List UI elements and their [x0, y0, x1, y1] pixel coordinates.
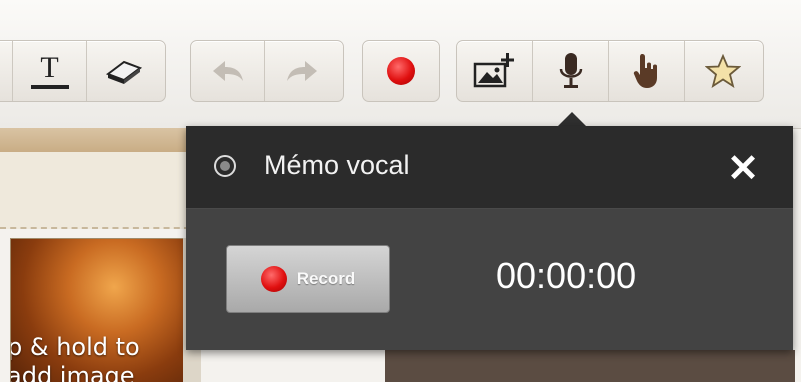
eraser-tool-button[interactable] [87, 41, 161, 101]
microphone-icon [559, 53, 582, 88]
record-toolbar-button[interactable] [363, 41, 439, 101]
pointer-button[interactable] [609, 41, 685, 101]
page-header-area [0, 152, 190, 229]
image-placeholder-label: p & hold to add image [10, 333, 140, 382]
close-button[interactable]: ✕ [726, 148, 760, 190]
close-icon: ✕ [727, 148, 759, 190]
eraser-icon [105, 60, 143, 84]
recording-timer: 00:00:00 [496, 255, 637, 296]
page-background-panel [385, 350, 795, 382]
history-group [190, 40, 344, 102]
record-button[interactable]: Record [226, 245, 390, 313]
undo-icon [212, 61, 243, 81]
add-image-button[interactable] [457, 41, 533, 101]
popup-title: Mémo vocal [264, 150, 410, 180]
favorite-button[interactable] [685, 41, 761, 101]
text-tools-group: T [0, 40, 166, 102]
record-icon [387, 57, 415, 85]
text-icon: T [30, 53, 69, 89]
voice-memo-popup: Mémo vocal ✕ Record 00:00:00 [186, 126, 793, 350]
image-placeholder[interactable]: p & hold to add image [10, 238, 184, 382]
record-button-label: Record [296, 269, 356, 288]
record-icon [260, 266, 287, 292]
text-tool-button[interactable]: T [13, 41, 87, 101]
undo-button[interactable] [191, 41, 265, 101]
pointer-hand-icon [633, 54, 657, 88]
page-ruler [0, 128, 190, 153]
popup-pointer [558, 112, 586, 126]
star-icon [705, 54, 741, 88]
app-frame: T & hold to add image Mémo vocal ✕ Recor… [0, 0, 801, 382]
add-image-icon [473, 53, 514, 88]
popup-header: Mémo vocal ✕ [186, 126, 793, 209]
toolbar-partial-button[interactable] [0, 41, 13, 101]
radio-icon[interactable] [214, 155, 236, 177]
toolbar: T [0, 0, 801, 129]
media-group [456, 40, 764, 102]
record-group [362, 40, 440, 102]
microphone-button[interactable] [533, 41, 609, 101]
redo-button[interactable] [265, 41, 339, 101]
redo-icon [287, 61, 317, 81]
popup-body: Record 00:00:00 [186, 209, 793, 350]
